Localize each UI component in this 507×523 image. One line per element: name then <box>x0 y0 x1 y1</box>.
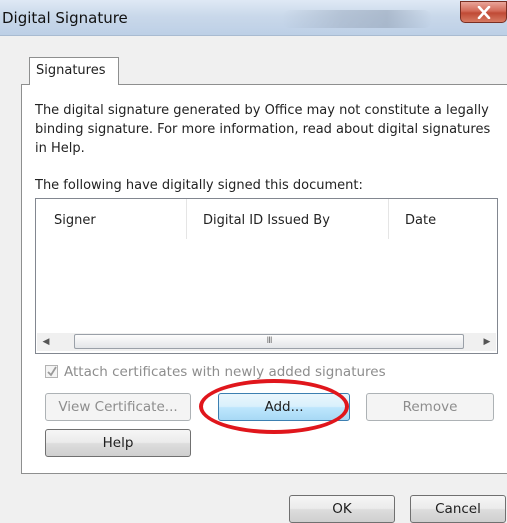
attach-certificates-checkbox[interactable] <box>45 365 58 378</box>
cancel-button[interactable]: Cancel <box>410 495 506 523</box>
title-bar[interactable]: Digital Signature <box>0 0 507 36</box>
list-caption: The following have digitally signed this… <box>35 178 363 193</box>
attach-certificates-label: Attach certificates with newly added sig… <box>64 364 386 380</box>
scrollbar-thumb[interactable]: III <box>74 334 464 349</box>
column-header-signer[interactable]: Signer <box>54 213 96 228</box>
blurred-title-region <box>282 10 432 28</box>
close-icon <box>477 6 491 19</box>
scroll-left-icon[interactable]: ◀ <box>38 334 54 350</box>
tab-signatures[interactable]: Signatures <box>29 57 119 85</box>
scroll-right-icon[interactable]: ▶ <box>479 334 495 350</box>
view-certificate-button[interactable]: View Certificate... <box>45 393 191 421</box>
horizontal-scrollbar[interactable]: ◀ III ▶ <box>37 333 496 351</box>
window-title: Digital Signature <box>2 9 128 27</box>
signatures-list[interactable]: Signer Digital ID Issued By Date ◀ III ▶ <box>35 198 498 354</box>
remove-button[interactable]: Remove <box>366 393 494 421</box>
info-text: The digital signature generated by Offic… <box>35 103 491 156</box>
column-divider[interactable] <box>388 199 389 239</box>
column-header-issued-by[interactable]: Digital ID Issued By <box>203 213 330 228</box>
help-button[interactable]: Help <box>45 429 191 457</box>
checkmark-icon <box>47 366 57 377</box>
ok-button[interactable]: OK <box>289 495 395 523</box>
close-button[interactable] <box>460 1 507 23</box>
scrollbar-grip: III <box>266 336 273 346</box>
column-divider[interactable] <box>186 199 187 239</box>
column-header-date[interactable]: Date <box>405 213 436 228</box>
add-button[interactable]: Add... <box>218 393 350 421</box>
